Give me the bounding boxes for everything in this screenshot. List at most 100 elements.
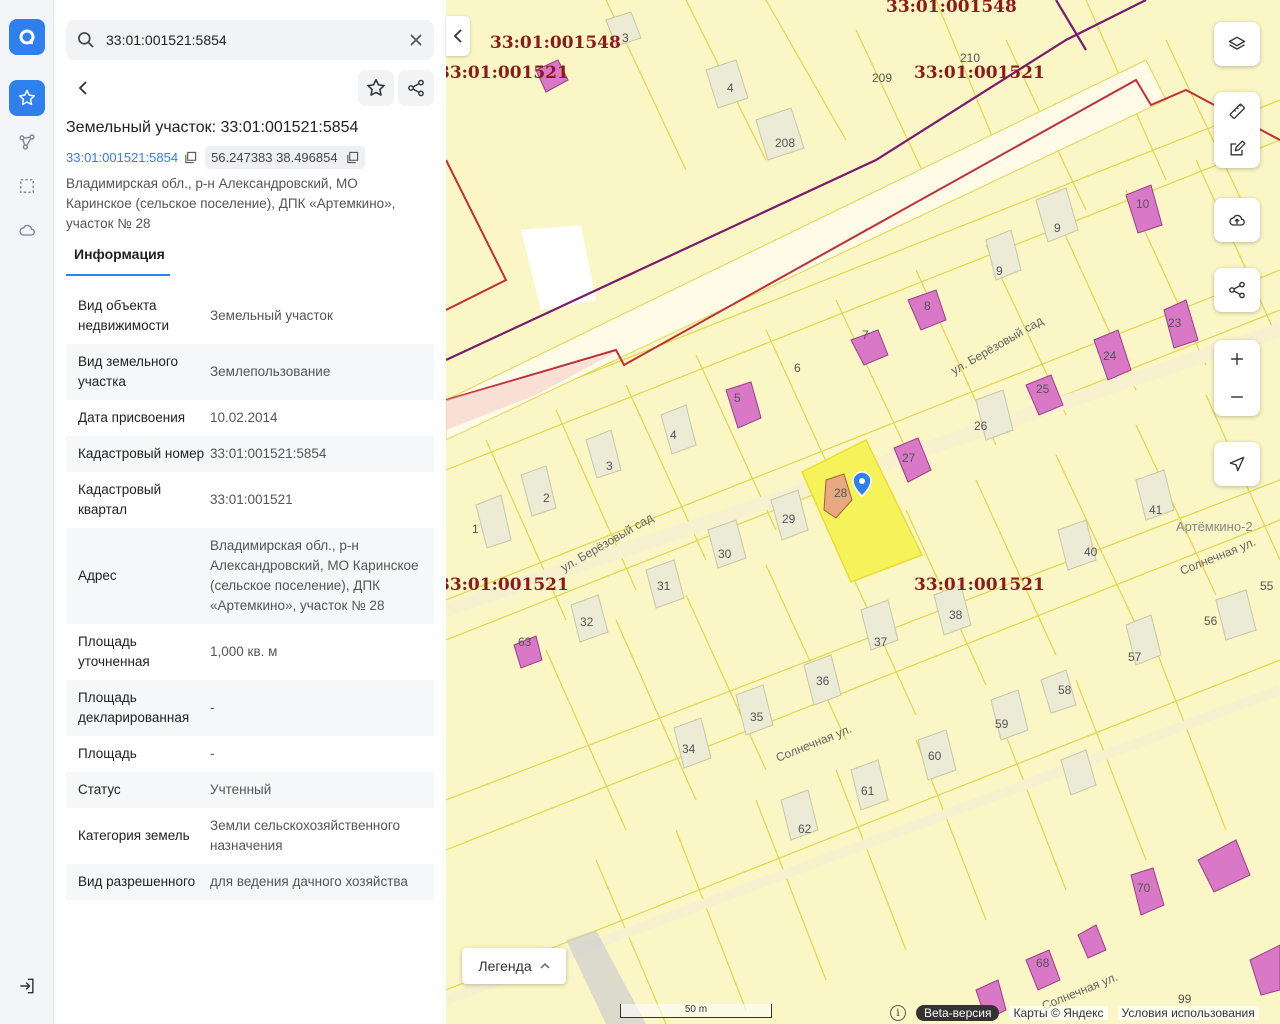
search-icon [66,20,106,60]
info-row: Вид земельного участка Землепользование [66,344,434,400]
copy-icon[interactable] [346,151,359,164]
road [446,685,1280,1005]
share-button[interactable] [398,70,434,106]
plot-number: 210 [960,51,980,65]
plot-number: 59 [995,717,1009,731]
info-row: Статус Учтенный [66,772,434,808]
back-icon [78,81,87,95]
tools-control [1214,92,1260,168]
map-canvas[interactable]: 33:01:001548 33:01:001548 33:01:001521 3… [446,0,1280,1024]
object-title: Земельный участок: 33:01:001521:5854 [66,119,359,136]
share-map-button[interactable] [1214,268,1260,312]
terms-link[interactable]: Условия использования [1117,1006,1259,1020]
zoom-in-button[interactable] [1214,340,1260,378]
info-value: 1,000 кв. м [210,644,278,659]
quarter-label: 33:01:001521 [914,63,1045,83]
search-input[interactable] [106,32,398,48]
favorites-nav-button[interactable] [9,80,45,116]
layers-button[interactable] [1214,22,1260,66]
logo-icon[interactable] [9,19,45,55]
plot-number: 68 [1036,956,1050,970]
cadastral-link-text[interactable]: 33:01:001521:5854 [66,150,178,165]
info-row: Площадь декларированная - [66,680,434,736]
upload-button[interactable] [1214,198,1260,242]
plot-number: 58 [1058,683,1072,697]
plot-number: 34 [682,742,696,756]
ruler-button[interactable] [1214,92,1260,130]
copyright-text[interactable]: Карты © Яндекс [1009,1006,1108,1020]
plot-number: 41 [1149,503,1163,517]
logout-button[interactable] [9,968,45,1004]
coordinates-chip[interactable]: 56.247383 38.496854 [205,146,365,169]
legend-button[interactable]: Легенда [462,948,566,984]
info-value: 33:01:001521 [210,492,293,507]
quarter-border [446,159,508,311]
edit-icon [1230,140,1246,156]
info-icon[interactable]: i [890,1005,906,1021]
chevron-up-icon [540,962,550,969]
locate-button[interactable] [1214,442,1260,486]
info-row: Площадь уточненная 1,000 кв. м [66,624,434,680]
cadastral-link[interactable]: 33:01:001521:5854 [66,150,197,165]
plot-number: 37 [874,635,888,649]
info-key: Кадастровый квартал [78,482,162,517]
plot-number: 36 [816,674,830,688]
map-footer: i Beta-версия Карты © Яндекс Условия исп… [890,1004,1259,1022]
plot-number: 3 [622,31,629,45]
minus-icon [1231,396,1243,398]
plot-number: 23 [1168,316,1182,330]
beta-badge: Beta-версия [916,1005,1000,1021]
plot-number: 61 [861,784,875,798]
cloud-nav-button[interactable] [9,212,45,248]
plot-number: 32 [580,615,594,629]
share-map-control [1214,268,1260,312]
plot-number: 60 [928,749,942,763]
upload-control [1214,198,1260,242]
info-value: для ведения дачного хозяйства [210,874,408,889]
info-key: Адрес [78,568,117,583]
info-value: 33:01:001521:5854 [210,446,327,461]
collapse-panel-button[interactable] [446,16,470,56]
info-row: Адрес Владимирская обл., р-н Александровс… [66,528,434,624]
star-icon [18,89,36,106]
info-row: Дата присвоения 10.02.2014 [66,400,434,436]
close-icon[interactable] [398,20,434,60]
info-key: Вид разрешенного [78,874,196,889]
info-key: Кадастровый номер [78,446,205,461]
select-area-nav-button[interactable] [9,168,45,204]
search-bar [66,20,434,60]
info-value: 10.02.2014 [210,410,278,425]
route-nav-button[interactable] [9,124,45,160]
info-value: Владимирская обл., р-н Александровский, … [210,538,419,613]
info-value: - [210,746,215,761]
cadastral-map[interactable]: 33:01:001548 33:01:001548 33:01:001521 3… [446,0,1280,1024]
layers-control[interactable] [1214,22,1260,66]
quarter-label: 33:01:001548 [490,33,621,53]
locate-control [1214,442,1260,486]
back-button[interactable] [66,70,102,106]
info-panel: Земельный участок: 33:01:001521:5854 33:… [54,0,446,1024]
edit-button[interactable] [1214,130,1260,168]
upload-icon [1229,214,1245,226]
info-value: Учтенный [210,782,272,797]
plot-number: 29 [782,512,796,526]
info-row: Категория земель Земли сельскохозяйственн… [66,808,434,864]
quarter-label: 33:01:001521 [446,63,569,83]
tab-information[interactable]: Информация [66,246,170,276]
plot-number: 70 [1137,881,1151,895]
info-value: Землепользование [210,364,331,379]
copy-icon[interactable] [184,151,197,164]
favorite-button[interactable] [358,70,394,106]
plot-number: 5 [734,391,741,405]
plot-number: 209 [872,71,892,85]
quarter-label: 33:01:001548 [886,0,1017,17]
legend-label: Легенда [478,958,532,974]
quarter-label: 33:01:001521 [446,575,569,595]
ruler-icon [1229,103,1245,119]
info-key: Вид земельного участка [78,354,179,389]
zoom-out-button[interactable] [1214,378,1260,416]
chevron-left-icon [453,29,462,43]
plot-number: 9 [1054,221,1061,235]
select-area-icon [20,179,34,193]
info-key: Вид объекта недвижимости [78,298,170,333]
